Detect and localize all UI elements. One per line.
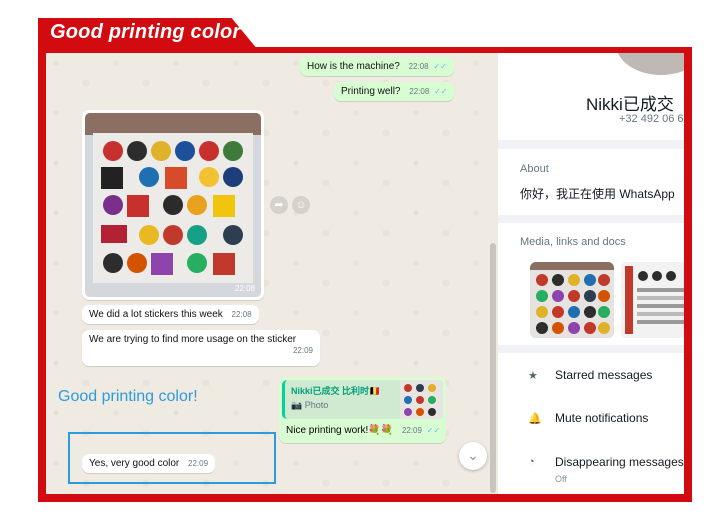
reply-message[interactable]: Nikki已成交 比利时🇧🇪 📷 Photo Nice printing wor… — [279, 377, 446, 443]
chat-scrollbar[interactable] — [490, 243, 496, 493]
emoji-icon[interactable]: ☺ — [292, 196, 310, 214]
menu-item-label: Disappearing messages — [555, 455, 684, 469]
caption-label: Good printing color! — [58, 388, 198, 405]
sticker-photo[interactable]: 22:08 — [85, 113, 261, 297]
whatsapp-window: How is the machine? 22:08 ✓✓ Printing we… — [46, 53, 684, 494]
photo-message[interactable]: 22:08 — [82, 110, 264, 300]
forward-icon[interactable]: ➦ — [270, 196, 288, 214]
message-bubble[interactable]: We are trying to find more usage on the … — [82, 330, 320, 366]
read-ticks-icon: ✓✓ — [434, 87, 448, 96]
menu-item-starred[interactable]: ★ Starred messages — [498, 363, 684, 393]
media-thumbnail-art — [621, 262, 684, 338]
message-bubble[interactable]: Printing well? 22:08 ✓✓ — [334, 82, 455, 101]
media-thumbnail[interactable] — [530, 262, 614, 338]
quoted-type-label: Photo — [304, 400, 329, 410]
screenshot: Good printing color How is the machine? … — [0, 0, 720, 523]
about-label: About — [520, 163, 549, 175]
about-text: 你好，我正在使用 WhatsApp — [520, 187, 675, 201]
sticker-photo-art — [85, 113, 261, 297]
message-text: Yes, very good color — [89, 458, 180, 469]
message-time: 22:09 — [292, 346, 313, 355]
message-bubble[interactable]: How is the machine? 22:08 ✓✓ — [300, 57, 454, 76]
message-bubble[interactable]: We did a lot stickers this week 22:08 — [82, 305, 259, 324]
star-icon: ★ — [528, 370, 538, 382]
message-text: We did a lot stickers this week — [89, 309, 223, 320]
menu-item-label: Mute notifications — [555, 411, 649, 425]
about-card — [498, 149, 684, 215]
message-time: 22:08 — [234, 284, 255, 293]
media-thumbnail-art — [530, 262, 614, 338]
menu-item-mute[interactable]: 🔔 Mute notifications — [498, 406, 684, 436]
message-time: 22:08 — [408, 62, 429, 71]
quoted-photo-art — [400, 380, 443, 419]
quoted-message[interactable]: Nikki已成交 比利时🇧🇪 📷 Photo — [282, 380, 443, 419]
message-text: Printing well? — [341, 86, 401, 97]
message-time: 22:09 — [188, 459, 209, 468]
bell-icon: 🔔 — [528, 413, 542, 425]
message-text: Nice printing work!💐💐 — [286, 425, 394, 436]
read-ticks-icon: ✓✓ — [433, 62, 447, 71]
message-time: 22:08 — [231, 310, 252, 319]
avatar[interactable] — [616, 53, 684, 75]
menu-item-disappearing[interactable]: ◔ Disappearing messages Off — [498, 450, 684, 484]
message-time: 22:09 — [401, 426, 422, 435]
message-time: 22:08 — [409, 87, 430, 96]
banner-title: Good printing color — [50, 21, 241, 43]
quoted-photo-thumb — [400, 380, 443, 419]
profile-card: Nikki已成交 +32 492 06 6 — [498, 53, 684, 140]
contact-info-panel: Nikki已成交 +32 492 06 6 About 你好，我正在使用 Wha… — [498, 53, 684, 494]
reply-text-row: Nice printing work!💐💐 22:09 ✓✓ — [286, 425, 443, 436]
read-ticks-icon: ✓✓ — [426, 426, 441, 435]
media-thumbnail[interactable] — [621, 262, 684, 338]
timer-icon: ◔ — [528, 456, 535, 468]
chevron-down-icon[interactable]: ⌄ — [459, 442, 487, 470]
media-label[interactable]: Media, links and docs — [520, 236, 626, 248]
message-bubble[interactable]: Yes, very good color 22:09 — [82, 454, 216, 473]
chat-pane[interactable]: How is the machine? 22:08 ✓✓ Printing we… — [46, 53, 498, 494]
message-text: We are trying to find more usage on the … — [89, 334, 297, 345]
menu-item-sub: Off — [555, 474, 567, 484]
camera-icon: 📷 — [291, 400, 303, 410]
message-text: How is the machine? — [307, 61, 400, 72]
contact-name: Nikki已成交 — [586, 95, 674, 114]
menu-item-label: Starred messages — [555, 368, 653, 382]
contact-phone: +32 492 06 6 — [619, 113, 684, 125]
